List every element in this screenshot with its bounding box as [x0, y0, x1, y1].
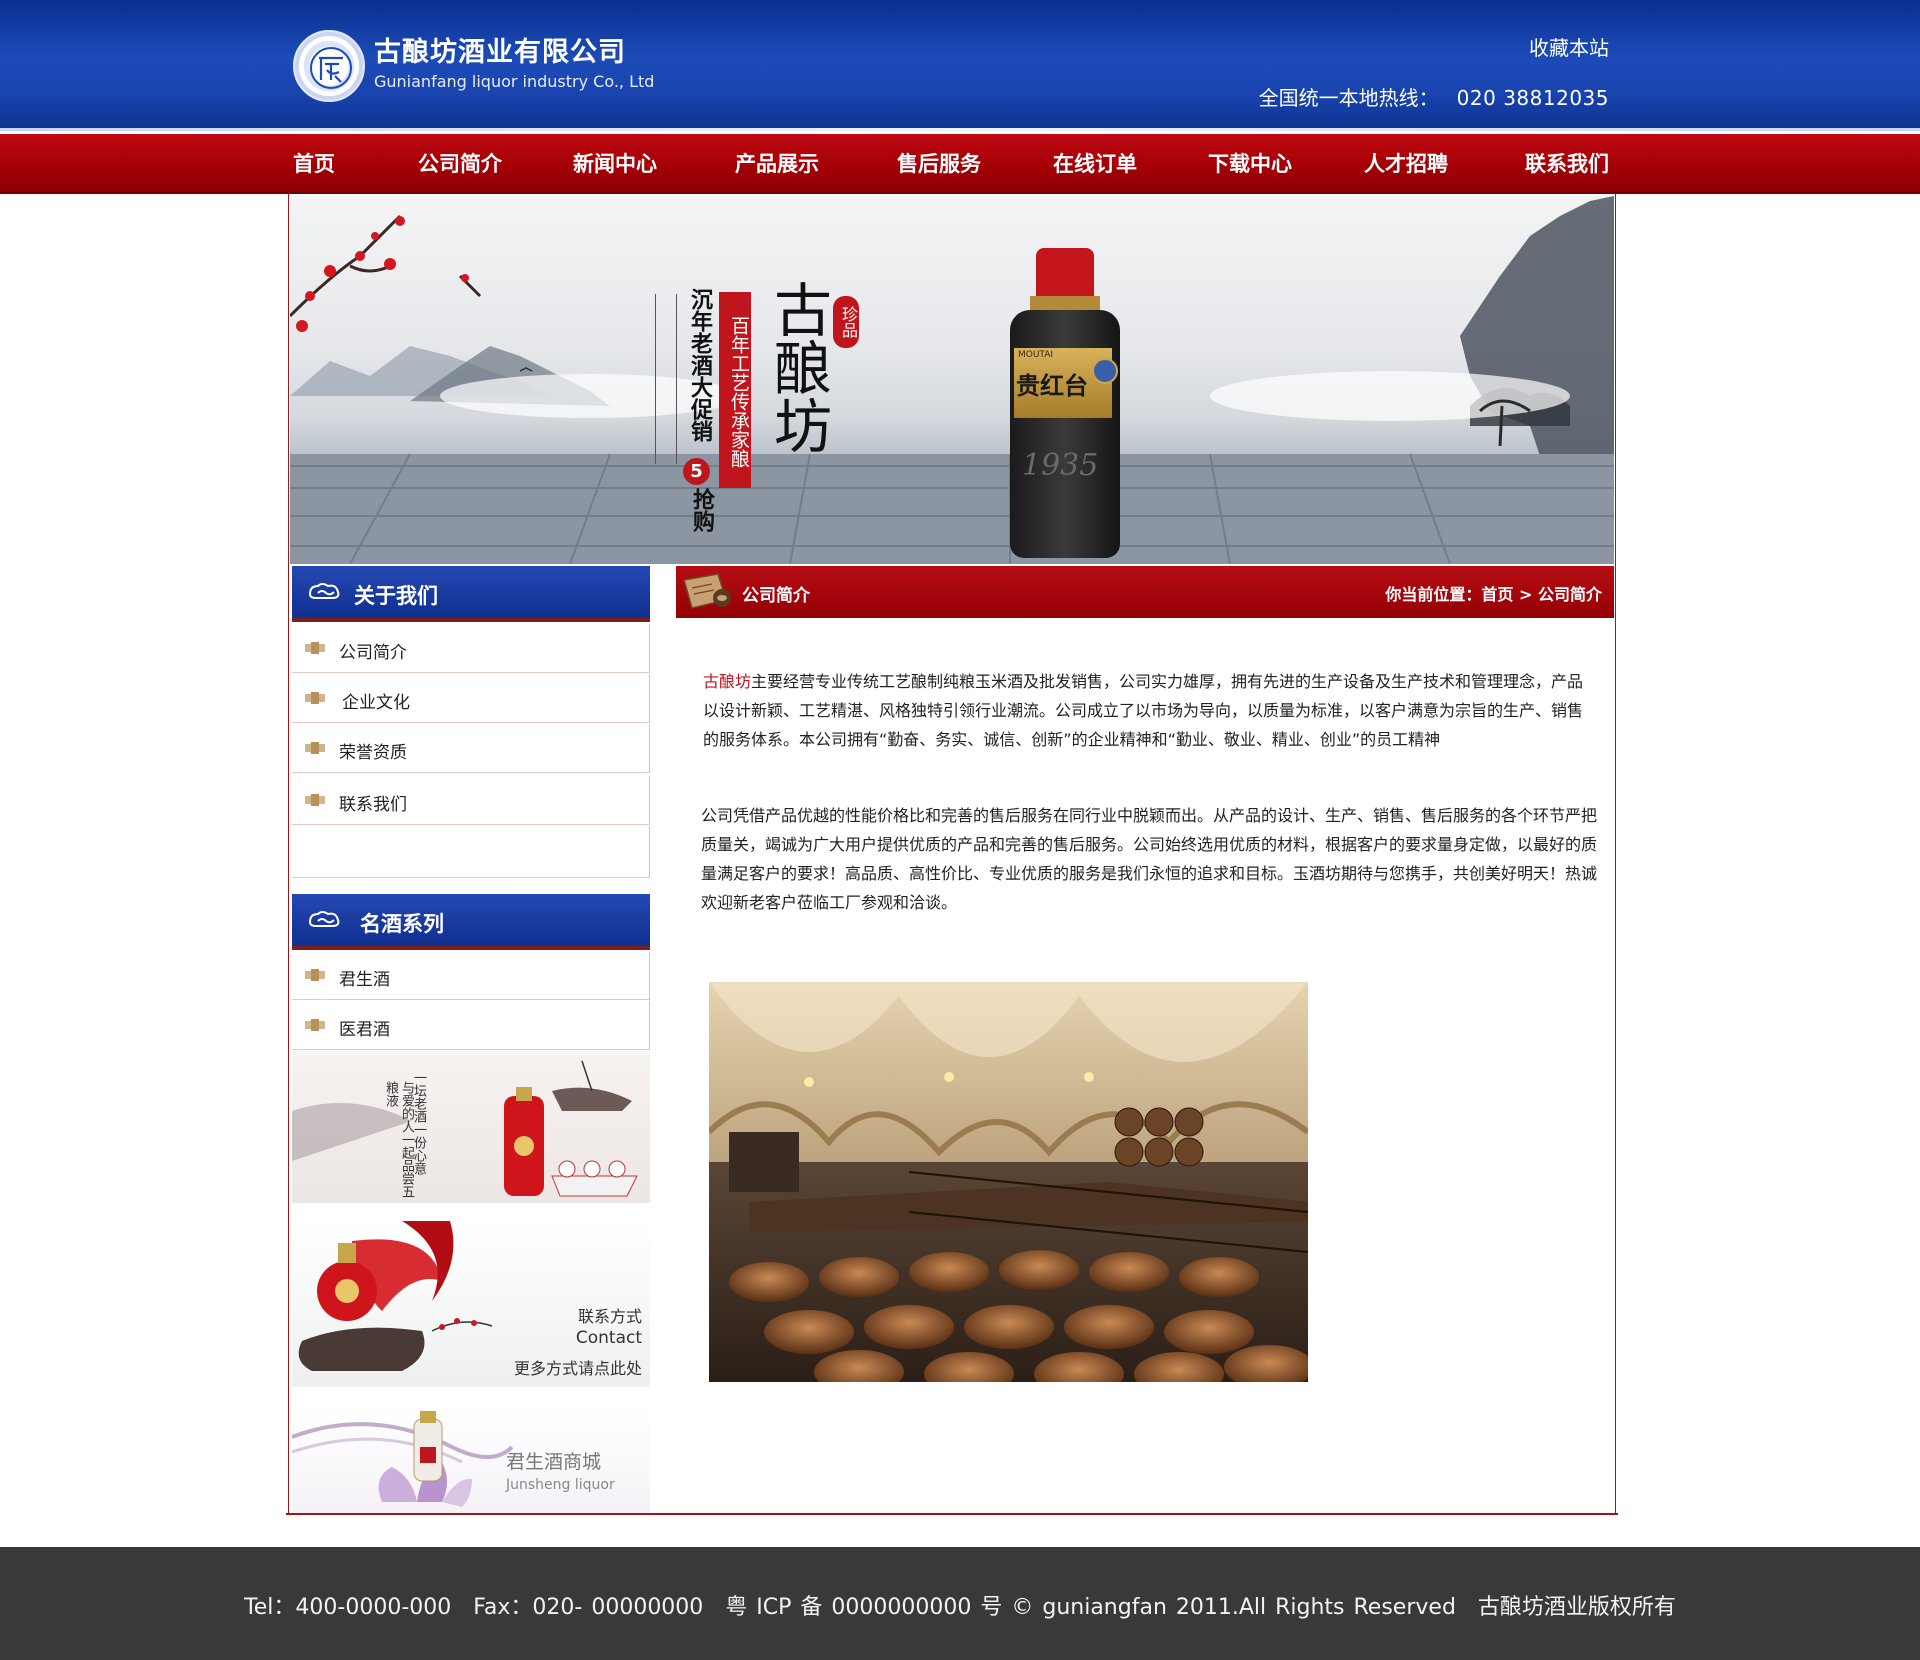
- hotline-label: 全国统一本地热线：: [1258, 86, 1439, 110]
- nav-item-downloads[interactable]: 下载中心: [1208, 148, 1292, 178]
- slogan-red: 百年工艺传承家酿: [719, 292, 751, 488]
- bullet-icon: [305, 794, 325, 806]
- promo2-line1: 联系方式: [577, 1307, 642, 1326]
- main-nav: 首页 公司简介 新闻中心 产品展示 售后服务 在线订单 下载中心 人才招聘 联系…: [0, 134, 1920, 194]
- hero-banner: 沉年老酒大促销 5 抢购 百年工艺传承家酿 古酿坊 珍品 MOUTAI 贵红台 …: [290, 196, 1614, 564]
- bullet-icon: [305, 692, 325, 704]
- footer-fax: Fax：020- 00000000: [473, 1595, 704, 1620]
- famous-liquor-header: 名酒系列: [292, 894, 650, 950]
- cloud-icon: [308, 911, 340, 927]
- slogan-black: 沉年老酒大促销: [687, 288, 712, 442]
- sidebar-item-label: 公司简介: [339, 643, 407, 663]
- site-header: 古酿坊酒业有限公司 Gunianfang liquor industry Co.…: [0, 0, 1920, 131]
- site-footer: Tel：400-0000-000 Fax：020- 00000000 粤 ICP 备…: [0, 1547, 1920, 1660]
- banner-seal: 珍品: [833, 296, 859, 348]
- bullet-icon: [305, 1019, 325, 1031]
- sidebar-item-honors[interactable]: 荣誉资质: [292, 724, 650, 773]
- nav-item-home[interactable]: 首页: [293, 148, 335, 178]
- sidebar-item-junsheng[interactable]: 君生酒: [292, 951, 650, 1000]
- promo-wuliangye-art: [292, 1060, 638, 1197]
- bullet-icon: [305, 742, 325, 754]
- famous-liquor-title: 名酒系列: [360, 912, 444, 936]
- nav-item-after-sales[interactable]: 售后服务: [897, 148, 981, 178]
- promo-wuliangye[interactable]: 一坛老酒一份心意 与爱的人一起品尝五粮液: [292, 1051, 650, 1203]
- about-us-title: 关于我们: [354, 584, 438, 608]
- frame-bottom-line: [286, 1513, 1618, 1515]
- nav-item-company-intro[interactable]: 公司简介: [418, 148, 502, 178]
- intro-paragraph-1-text: 主要经营专业传统工艺酿制纯粮玉米酒及批发销售，公司实力雄厚，拥有先进的生产设备及…: [703, 672, 1584, 749]
- promo2-line2: Contact: [575, 1328, 642, 1348]
- nav-item-products[interactable]: 产品展示: [735, 148, 819, 178]
- bottle-year: 1935: [1022, 448, 1099, 483]
- intro-paragraph-2: 公司凭借产品优越的性能价格比和完善的售后服务在同行业中脱颖而出。从产品的设计、生…: [701, 806, 1598, 912]
- nav-item-news[interactable]: 新闻中心: [573, 148, 657, 178]
- sidebar-item-company-intro[interactable]: 公司简介: [292, 624, 650, 673]
- banner-bottle: MOUTAI 贵红台 1935: [1010, 248, 1120, 558]
- intro-paragraph-1: 古酿坊主要经营专业传统工艺酿制纯粮玉米酒及批发销售，公司实力雄厚，拥有先进的生产…: [703, 667, 1593, 754]
- breadcrumb-home[interactable]: 首页: [1481, 585, 1513, 604]
- sidebar-item-yijun[interactable]: 医君酒: [292, 1001, 650, 1050]
- intro-brand-name: 古酿坊: [703, 672, 752, 691]
- bullet-icon: [305, 642, 325, 654]
- breadcrumb: 你当前位置：首页 > 公司简介: [1385, 581, 1602, 605]
- sidebar-item-label: 荣誉资质: [339, 743, 407, 763]
- footer-tel: Tel：400-0000-000: [244, 1595, 452, 1620]
- sidebar-item-label: 医君酒: [339, 1020, 390, 1040]
- nav-item-online-order[interactable]: 在线订单: [1053, 148, 1137, 178]
- breadcrumb-separator: >: [1519, 585, 1533, 604]
- hotline-number: 020 38812035: [1456, 86, 1609, 110]
- banner-brand: 古酿坊: [764, 280, 832, 454]
- wine-cellar-art: [709, 982, 1308, 1382]
- promo-number-badge: 5: [683, 458, 710, 485]
- promo2-line3: 更多方式请点此处: [513, 1359, 642, 1378]
- promo-junsheng-mall[interactable]: 君生酒商城 Junsheng liquor: [292, 1407, 650, 1513]
- breadcrumb-label: 你当前位置：: [1385, 585, 1482, 604]
- cloud-icon: [308, 583, 340, 599]
- hotline: 全国统一本地热线： 020 38812035: [1259, 82, 1609, 111]
- footer-copyright: 古酿坊酒业版权所有: [1477, 1595, 1676, 1620]
- company-logo-icon[interactable]: [293, 30, 365, 102]
- slogan-decor-lines: [655, 294, 677, 464]
- sidebar-item-label: 企业文化: [342, 693, 410, 713]
- nav-item-careers[interactable]: 人才招聘: [1364, 148, 1448, 178]
- sidebar-item-label: 君生酒: [339, 970, 390, 990]
- sidebar-item-label: 联系我们: [339, 795, 407, 815]
- banner-scenery: [290, 196, 1614, 564]
- scroll-icon: [683, 573, 731, 609]
- sidebar-item-culture[interactable]: 企业文化: [292, 674, 650, 723]
- company-name-cn[interactable]: 古酿坊酒业有限公司: [374, 30, 626, 69]
- sidebar-empty-row: [292, 826, 650, 878]
- nav-item-contact[interactable]: 联系我们: [1525, 148, 1609, 178]
- bottle-label: 贵红台: [1016, 372, 1088, 400]
- bullet-icon: [305, 969, 325, 981]
- breadcrumb-current[interactable]: 公司简介: [1538, 585, 1602, 604]
- footer-info: Tel：400-0000-000 Fax：020- 00000000 粤 ICP 备…: [0, 1589, 1920, 1621]
- about-us-header: 关于我们: [292, 566, 650, 622]
- bookmark-site-link[interactable]: 收藏本站: [1529, 32, 1609, 61]
- sidebar-item-contact[interactable]: 联系我们: [292, 776, 650, 825]
- promo3-line2: Junsheng liquor: [506, 1477, 615, 1493]
- company-name-en: Gunianfang liquor industry Co., Ltd: [374, 72, 655, 91]
- promo3-line1: 君生酒商城: [506, 1451, 602, 1473]
- bottle-brand: MOUTAI: [1018, 350, 1054, 360]
- content-title: 公司简介: [742, 586, 810, 606]
- promo1-line2: 与爱的人一起品尝五粮液: [383, 1081, 414, 1198]
- slogan-tail: 抢购: [689, 488, 714, 532]
- footer-icp: 粤 ICP 备 0000000000 号 © guniangfan 2011.A…: [725, 1595, 1456, 1620]
- wine-cellar-image: [709, 982, 1308, 1382]
- content-header: 公司简介 你当前位置：首页 > 公司简介: [676, 566, 1614, 618]
- promo-contact[interactable]: 联系方式 Contact 更多方式请点此处: [292, 1221, 650, 1387]
